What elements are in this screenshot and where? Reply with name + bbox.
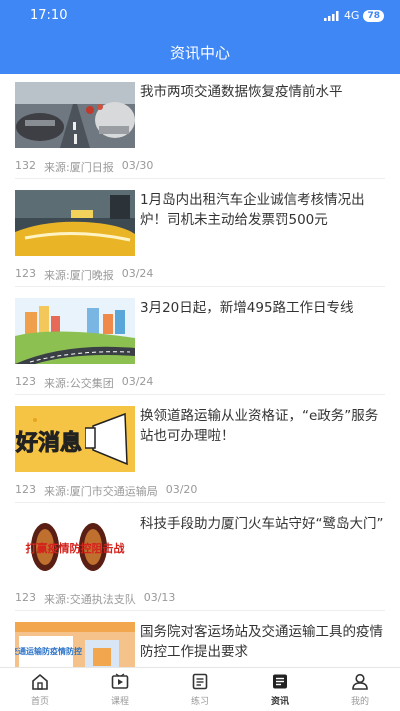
document-icon <box>190 673 210 691</box>
news-title[interactable]: 我市两项交通数据恢复疫情前水平 <box>140 82 385 102</box>
news-item[interactable]: 交通运输防疫情防控 国务院对客运场站及交通运输工具的疫情防控工作提出要求 <box>15 622 385 667</box>
news-meta: 123 来源:公交集团 03/24 <box>15 375 153 391</box>
view-count: 123 <box>15 267 36 280</box>
tab-home[interactable]: 首页 <box>0 668 80 711</box>
divider <box>15 502 385 503</box>
news-thumbnail: 交通运输防疫情防控 <box>15 622 135 667</box>
news-thumbnail: 打赢疫情防控阻击战 <box>15 514 135 580</box>
signal-icon <box>323 10 339 21</box>
battery-icon: 78 <box>363 9 384 22</box>
view-count: 123 <box>15 375 36 388</box>
news-title[interactable]: 换领道路运输从业资格证，“e政务”服务站也可办理啦！ <box>140 406 385 446</box>
divider <box>15 286 385 287</box>
news-title[interactable]: 1月岛内出租汽车企业诚信考核情况出炉！司机未主动给发票罚500元 <box>140 190 385 230</box>
page-title: 资讯中心 <box>169 44 230 62</box>
thumb-text: 交通运输防疫情防控 <box>15 646 82 656</box>
news-date: 03/24 <box>121 267 154 280</box>
news-source: 来源:厦门晚报 <box>44 269 114 282</box>
news-title[interactable]: 国务院对客运场站及交通运输工具的疫情防控工作提出要求 <box>140 622 385 662</box>
news-feed[interactable]: 我市两项交通数据恢复疫情前水平 132 来源:厦门日报 03/30 1月岛内出租… <box>0 74 400 667</box>
news-source: 来源:厦门日报 <box>44 161 114 174</box>
view-count: 123 <box>15 591 36 604</box>
news-item[interactable]: 我市两项交通数据恢复疫情前水平 132 来源:厦门日报 03/30 <box>15 82 385 187</box>
video-icon <box>110 673 130 691</box>
status-time: 17:10 <box>30 8 68 23</box>
tab-profile[interactable]: 我的 <box>320 668 400 711</box>
news-thumbnail <box>15 190 135 256</box>
news-title[interactable]: 科技手段助力厦门火车站守好“鹭岛大门” <box>140 514 385 534</box>
news-date: 03/20 <box>165 483 198 496</box>
news-item[interactable]: 打赢疫情防控阻击战 科技手段助力厦门火车站守好“鹭岛大门” 123 来源:交通执… <box>15 514 385 619</box>
bottom-tab-bar: 首页 课程 练习 资讯 我的 <box>0 667 400 711</box>
tab-practice[interactable]: 练习 <box>160 668 240 711</box>
news-thumbnail <box>15 82 135 148</box>
page-header: 资讯中心 <box>0 32 400 74</box>
news-meta: 123 来源:厦门市交通运输局 03/20 <box>15 483 197 499</box>
tab-label: 首页 <box>30 696 49 707</box>
tab-label: 我的 <box>350 696 369 707</box>
news-meta: 123 来源:厦门晚报 03/24 <box>15 267 153 283</box>
tab-course[interactable]: 课程 <box>80 668 160 711</box>
news-item[interactable]: 1月岛内出租汽车企业诚信考核情况出炉！司机未主动给发票罚500元 123 来源:… <box>15 190 385 295</box>
news-date: 03/24 <box>121 375 154 388</box>
network-type: 4G <box>343 9 360 22</box>
news-icon <box>270 673 290 691</box>
news-title[interactable]: 3月20日起，新增495路工作日专线 <box>140 298 385 318</box>
tab-label: 课程 <box>110 696 129 707</box>
tab-label: 资讯 <box>270 696 289 707</box>
news-item[interactable]: 好消息 换领道路运输从业资格证，“e政务”服务站也可办理啦！ 123 来源:厦门… <box>15 406 385 511</box>
news-source: 来源:公交集团 <box>44 377 114 390</box>
view-count: 132 <box>15 159 36 172</box>
home-icon <box>30 673 50 691</box>
thumb-text: 打赢疫情防控阻击战 <box>26 541 125 555</box>
view-count: 123 <box>15 483 36 496</box>
thumb-text: 好消息 <box>15 430 82 456</box>
divider <box>15 178 385 179</box>
news-meta: 123 来源:交通执法支队 03/13 <box>15 591 175 607</box>
news-source: 来源:交通执法支队 <box>44 593 136 606</box>
divider <box>15 610 385 611</box>
news-date: 03/13 <box>143 591 176 604</box>
news-source: 来源:厦门市交通运输局 <box>44 485 158 498</box>
news-meta: 132 来源:厦门日报 03/30 <box>15 159 153 175</box>
news-date: 03/30 <box>121 159 154 172</box>
person-icon <box>350 673 370 691</box>
news-thumbnail <box>15 298 135 364</box>
tab-news[interactable]: 资讯 <box>240 668 320 711</box>
news-thumbnail: 好消息 <box>15 406 135 472</box>
tab-label: 练习 <box>190 696 209 707</box>
status-bar: 17:10 4G 78 <box>0 0 400 32</box>
news-item[interactable]: 3月20日起，新增495路工作日专线 123 来源:公交集团 03/24 <box>15 298 385 403</box>
status-indicators: 4G 78 <box>323 9 384 22</box>
divider <box>15 394 385 395</box>
